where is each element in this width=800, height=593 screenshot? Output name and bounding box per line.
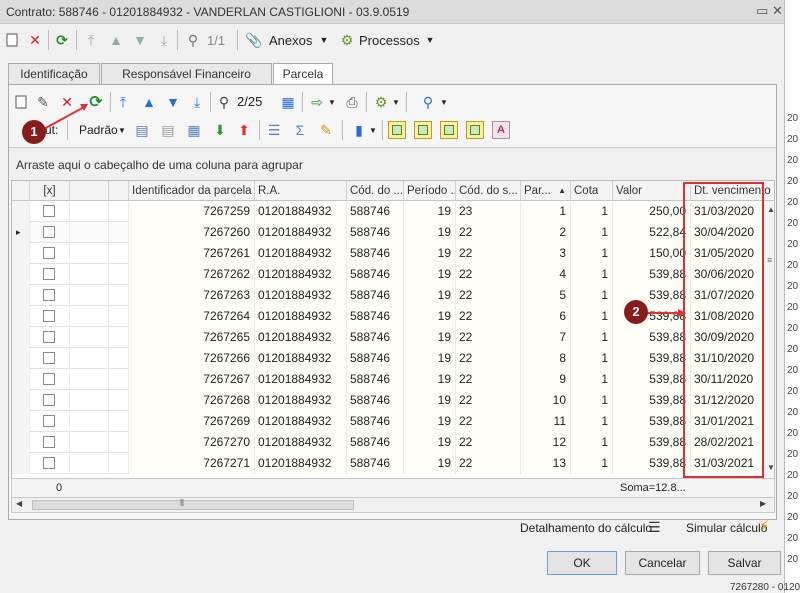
annotation-overlay — [43, 104, 686, 317]
annotation-arrow-1 — [43, 105, 87, 130]
annotation-marker-2: 2 — [624, 300, 648, 324]
vencimento-highlight-box — [683, 182, 764, 478]
annotation-marker-1: 1 — [22, 120, 46, 144]
